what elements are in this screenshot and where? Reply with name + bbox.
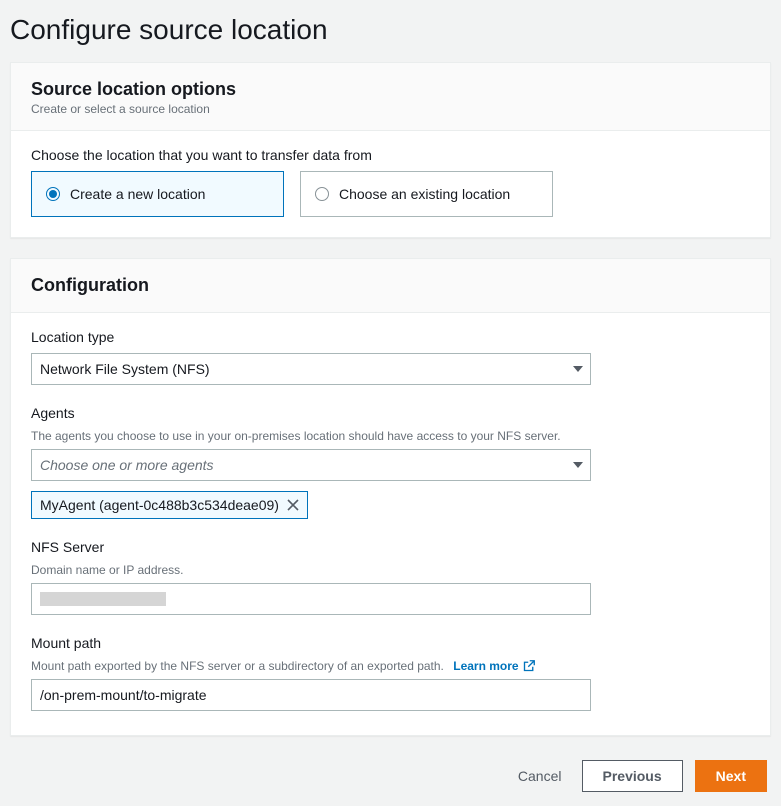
next-button[interactable]: Next [695,760,767,792]
source-options-panel: Source location options Create or select… [10,62,771,238]
mount-path-input[interactable]: /on-prem-mount/to-migrate [31,679,591,711]
source-options-subtitle: Create or select a source location [31,102,750,116]
agents-placeholder: Choose one or more agents [40,457,214,473]
mount-path-help-row: Mount path exported by the NFS server or… [31,659,750,673]
option-create-new-location[interactable]: Create a new location [31,171,284,217]
agent-token[interactable]: MyAgent (agent-0c488b3c534deae09) [31,491,308,519]
redacted-value [40,592,166,606]
option-choose-existing-location[interactable]: Choose an existing location [300,171,553,217]
location-type-label: Location type [31,329,750,345]
agents-select[interactable]: Choose one or more agents [31,449,591,481]
mount-path-help: Mount path exported by the NFS server or… [31,659,444,673]
radio-icon [315,187,329,201]
page-title: Configure source location [10,14,771,46]
source-options-prompt: Choose the location that you want to tra… [31,147,750,163]
configuration-header: Configuration [11,259,770,313]
learn-more-label: Learn more [453,659,518,673]
external-link-icon [523,660,535,672]
mount-path-value: /on-prem-mount/to-migrate [40,687,207,703]
close-icon[interactable] [287,499,299,511]
location-type-select[interactable]: Network File System (NFS) [31,353,591,385]
mount-path-label: Mount path [31,635,750,651]
configuration-heading: Configuration [31,275,750,296]
wizard-footer: Cancel Previous Next [10,756,771,796]
source-options-header: Source location options Create or select… [11,63,770,131]
nfs-server-label: NFS Server [31,539,750,555]
source-options-heading: Source location options [31,79,750,100]
previous-button[interactable]: Previous [582,760,683,792]
nfs-server-input[interactable] [31,583,591,615]
option-existing-label: Choose an existing location [339,186,510,202]
configuration-panel: Configuration Location type Network File… [10,258,771,736]
location-type-value: Network File System (NFS) [40,361,210,377]
agent-token-label: MyAgent (agent-0c488b3c534deae09) [40,497,279,513]
cancel-button[interactable]: Cancel [510,760,570,792]
agents-label: Agents [31,405,750,421]
agents-help: The agents you choose to use in your on-… [31,429,750,443]
learn-more-link[interactable]: Learn more [453,659,534,673]
option-create-label: Create a new location [70,186,205,202]
radio-icon [46,187,60,201]
nfs-server-help: Domain name or IP address. [31,563,750,577]
